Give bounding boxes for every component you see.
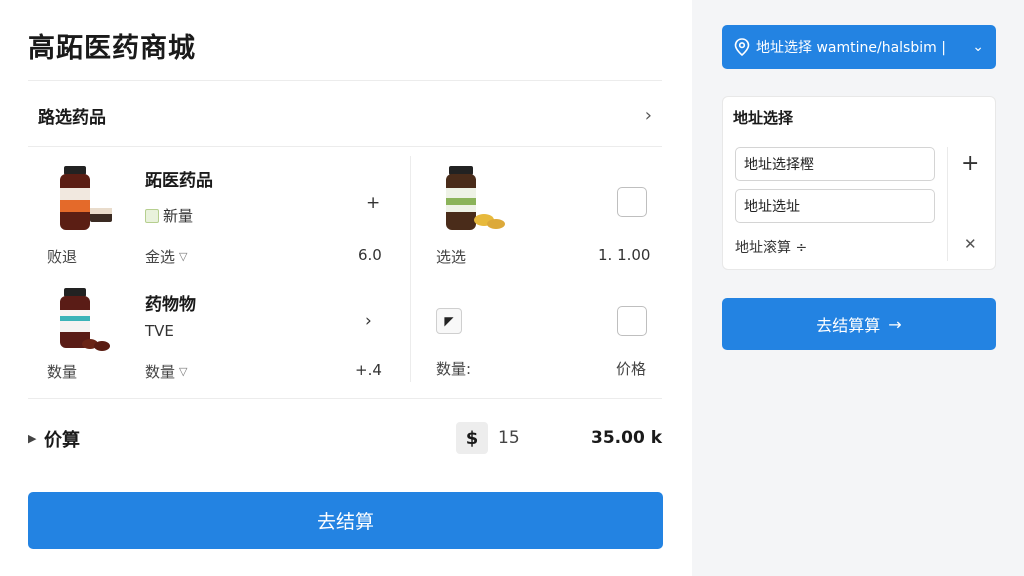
address-select-button[interactable]: 地址选择 wamtine/halsbim | ⌄ xyxy=(722,25,996,69)
product-value: 6.0 xyxy=(358,246,382,264)
product-label: 败退 xyxy=(47,248,78,266)
leaf-icon xyxy=(145,208,159,223)
plus-icon[interactable]: + xyxy=(961,151,979,176)
chevron-right-icon[interactable]: › xyxy=(365,311,372,331)
divider xyxy=(28,398,662,399)
address-select-label: 地址选择 wamtine/halsbim | xyxy=(756,40,946,56)
price-label: 价格 xyxy=(616,360,647,378)
chevron-right-icon: › xyxy=(644,104,652,126)
total-row: ▶ 价算 $ 15 35.00 k xyxy=(28,412,662,464)
quantity-dropdown[interactable]: 数量 ▽ xyxy=(145,361,187,382)
section-title: 路选药品 xyxy=(38,107,106,128)
card-divider xyxy=(947,147,948,261)
close-icon[interactable]: ✕ xyxy=(964,235,977,253)
total-quantity: 15 xyxy=(498,428,520,448)
select-dropdown[interactable]: 金选 ▽ xyxy=(145,246,187,267)
side-panel xyxy=(692,0,1024,576)
chevron-down-icon: ⌄ xyxy=(972,39,984,55)
product-image-bottle[interactable] xyxy=(440,164,510,234)
product-tag: 新量 xyxy=(145,205,193,226)
product-value: 1. 1.00 xyxy=(598,246,651,264)
play-icon[interactable]: ◤ xyxy=(436,308,462,334)
product-image-bottle[interactable] xyxy=(52,164,122,234)
arrow-right-icon: → xyxy=(888,314,902,334)
chevron-down-icon: ▽ xyxy=(179,250,188,263)
chevron-down-icon: ▽ xyxy=(179,365,188,378)
checkout-button[interactable]: 去结算 xyxy=(28,492,663,549)
add-control[interactable]: + xyxy=(366,193,380,213)
address-card: 地址选择 地址选择樫 地址选址 + 地址滚算 ÷ ✕ xyxy=(722,96,996,270)
select-label: 数量 xyxy=(145,363,176,381)
select-checkbox[interactable] xyxy=(617,306,647,336)
product-name: 药物物 xyxy=(145,295,196,315)
page-title: 高跖医药商城 xyxy=(28,33,196,64)
address-note: 地址滚算 ÷ xyxy=(735,240,808,256)
address-card-title: 地址选择 xyxy=(733,109,794,127)
section-header[interactable]: 路选药品 › xyxy=(28,82,662,148)
product-tag: TVE xyxy=(145,322,174,340)
total-amount: 35.00 k xyxy=(591,428,662,448)
location-pin-icon xyxy=(734,38,750,56)
product-label: 数量 xyxy=(47,363,78,381)
select-checkbox[interactable] xyxy=(617,187,647,217)
main-panel: 高跖医药商城 路选药品 › 跖医药品 新量 + 败退 金选 ▽ 6.0 选选 1… xyxy=(0,0,692,576)
product-tag-label: 新量 xyxy=(163,207,194,225)
side-checkout-label: 去结算算 xyxy=(816,316,881,335)
address-detail-input[interactable]: 地址选址 xyxy=(735,189,935,223)
product-label: 选选 xyxy=(436,248,467,266)
total-label: 价算 xyxy=(44,430,80,451)
select-label: 金选 xyxy=(145,248,176,266)
address-input[interactable]: 地址选择樫 xyxy=(735,147,935,181)
triangle-right-icon[interactable]: ▶ xyxy=(28,432,36,445)
column-divider xyxy=(410,156,411,382)
product-name: 跖医药品 xyxy=(145,171,213,191)
dollar-icon: $ xyxy=(456,422,488,454)
product-value: +.4 xyxy=(355,361,382,379)
product-image-bottle[interactable] xyxy=(52,286,122,356)
divider xyxy=(28,80,662,81)
side-checkout-button[interactable]: 去结算算 → xyxy=(722,298,996,350)
quantity-label: 数量: xyxy=(436,360,472,378)
divider xyxy=(28,146,662,147)
